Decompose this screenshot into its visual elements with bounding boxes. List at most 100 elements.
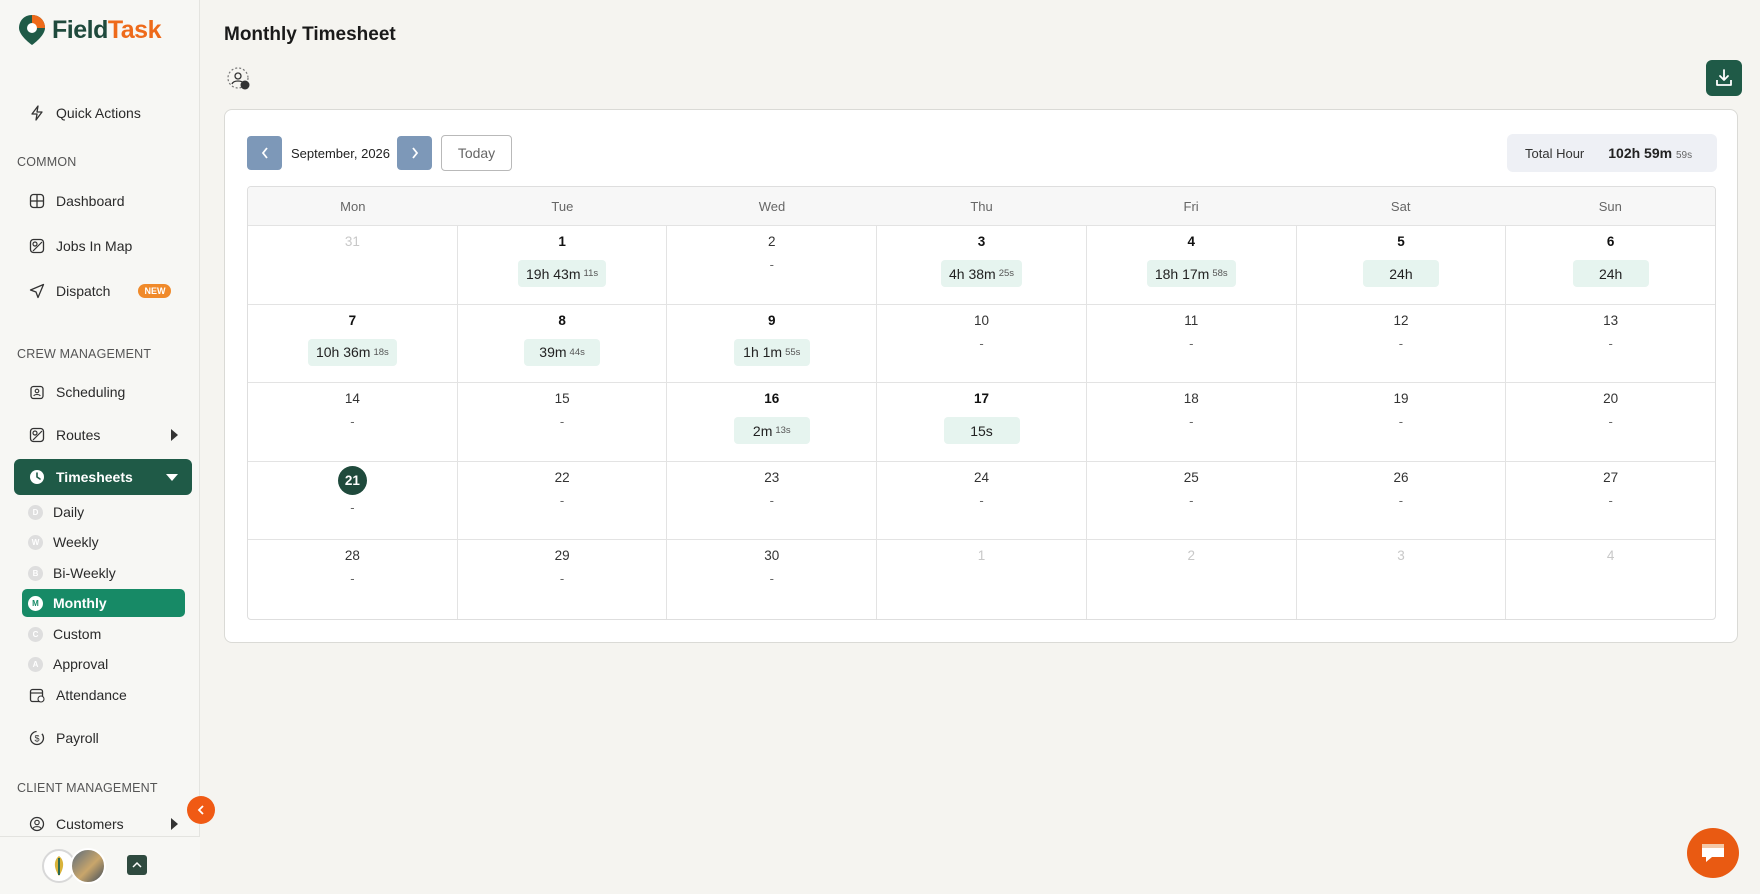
calendar-day-cell[interactable]: 3 4h 38m 25s [877, 226, 1087, 304]
sidebar-item-scheduling[interactable]: Scheduling [14, 374, 192, 410]
calendar-day-cell[interactable]: 24 - [877, 461, 1087, 540]
sub-item-bi-weekly[interactable]: B Bi-Weekly [22, 559, 185, 587]
calendar-day-cell[interactable]: 5 24h [1297, 226, 1507, 304]
calendar-day-cell[interactable]: 15 - [458, 383, 668, 461]
calendar-day-cell[interactable]: 1 [877, 540, 1087, 619]
sidebar-item-label: Routes [56, 427, 101, 443]
sidebar-item-label: Dashboard [56, 193, 125, 209]
calendar-day-cell[interactable]: 6 24h [1506, 226, 1715, 304]
calendar-day-cell[interactable]: 23 - [667, 461, 878, 540]
download-button[interactable] [1706, 60, 1742, 96]
calendar-day-cell[interactable]: 22 - [458, 461, 668, 540]
hours-chip[interactable]: 15s [943, 417, 1020, 445]
calendar-day-cell[interactable]: 2 [1087, 540, 1297, 619]
calendar-day-cell[interactable]: 16 2m 13s [667, 383, 878, 461]
calendar-day-cell[interactable]: 9 1h 1m 55s [667, 304, 878, 383]
day-number: 1 [558, 234, 566, 249]
calendar-day-cell[interactable]: 30 - [667, 540, 878, 619]
hours-chip[interactable]: 4h 38m 25s [941, 260, 1023, 287]
hours-chip[interactable]: 10h 36m 18s [307, 338, 397, 366]
calendar-day-cell[interactable]: 31 [248, 226, 458, 304]
no-hours-dash: - [350, 571, 355, 587]
weekday-label: Fri [1183, 198, 1199, 214]
calendar-day-cell[interactable]: 27 - [1506, 462, 1715, 540]
calendar-day-cell[interactable]: 4 18h 17m 58s [1087, 226, 1297, 304]
calendar-day-cell[interactable]: 12 - [1297, 304, 1507, 383]
seconds-value: 58s [1212, 268, 1228, 279]
section-client-management: CLIENT MANAGEMENT [17, 781, 158, 795]
hours-chip[interactable]: 24h [1572, 260, 1649, 287]
calendar-day-cell[interactable]: 7 10h 36m 18s [248, 304, 458, 383]
day-number: 1 [977, 548, 986, 564]
calendar-icon [28, 383, 46, 401]
next-month-button[interactable] [397, 136, 432, 170]
bi-weekly-letter-icon: B [28, 565, 43, 581]
sidebar-item-label: Dispatch [56, 283, 111, 299]
calendar-day-cell[interactable]: 20 - [1506, 383, 1715, 461]
caret-right-icon [171, 818, 178, 830]
calendar-day-cell[interactable]: 11 - [1087, 304, 1297, 383]
calendar-day-cell[interactable]: 29 - [458, 540, 668, 619]
hours-chip[interactable]: 19h 43m 11s [518, 260, 607, 287]
quick-actions-label: Quick Actions [56, 105, 141, 121]
day-number: 8 [558, 312, 566, 328]
calendar-day-cell[interactable]: 2- [667, 226, 878, 304]
app-logo[interactable]: FieldTask [18, 14, 161, 46]
weekday-label: Tue [551, 198, 574, 214]
quick-actions-link[interactable]: Quick Actions [14, 95, 192, 131]
calendar-day-cell[interactable]: 3 [1297, 540, 1507, 619]
sidebar-item-dispatch[interactable]: Dispatch NEW [14, 273, 192, 309]
hours-chip[interactable]: 24h [1362, 260, 1439, 287]
weekday-label: Sat [1390, 198, 1411, 214]
calendar-day-cell[interactable]: 19 - [1297, 383, 1507, 461]
calendar-day-cell[interactable]: 4 [1506, 540, 1715, 619]
no-hours-dash: - [769, 492, 774, 508]
calendar-day-cell[interactable]: 28 - [248, 540, 458, 619]
sub-item-monthly[interactable]: M Monthly [22, 589, 185, 617]
hours-chip[interactable]: 18h 17m 58s [1146, 260, 1236, 287]
day-number: 22 [554, 469, 570, 485]
svg-text:$: $ [34, 734, 39, 744]
calendar-day-cell[interactable]: 10 - [877, 304, 1087, 383]
calendar-day-cell[interactable]: 13 - [1506, 305, 1715, 383]
lightning-icon [28, 104, 46, 122]
calendar-day-cell[interactable]: 26 - [1297, 461, 1507, 540]
user-lock-icon[interactable] [227, 67, 251, 91]
sidebar-item-payroll[interactable]: $ Payroll [14, 720, 192, 756]
daily-letter-icon: D [28, 504, 43, 520]
day-number: 10 [974, 312, 990, 328]
day-number: 18 [1183, 391, 1199, 407]
calendar-day-cell[interactable]: 8 39m 44s [458, 304, 668, 383]
prev-month-button[interactable] [247, 136, 282, 170]
sidebar-item-jobs-in-map[interactable]: Jobs In Map [14, 228, 192, 264]
day-number: 5 [1397, 234, 1405, 249]
sidebar-item-label: Jobs In Map [56, 238, 133, 254]
calendar-day-cell[interactable]: 17 15s [877, 383, 1087, 461]
expand-up-button[interactable] [127, 855, 147, 875]
calendar-day-cell[interactable]: 1 19h 43m 11s [458, 226, 668, 304]
collapse-sidebar-button[interactable] [187, 796, 215, 824]
sub-item-custom[interactable]: C Custom [22, 620, 185, 648]
calendar-grid: Mon Tue Wed Thu Fri Sat Sun 31 1 19h 43m 11… [247, 186, 1716, 620]
hours-chip[interactable]: 2m 13s [733, 417, 810, 445]
sub-item-weekly[interactable]: W Weekly [22, 528, 185, 556]
calendar-day-cell[interactable]: 25 - [1087, 461, 1297, 540]
calendar-day-cell[interactable]: 18 - [1087, 383, 1297, 461]
sidebar-item-routes[interactable]: Routes [14, 417, 192, 453]
chat-button[interactable] [1687, 828, 1739, 878]
user-avatar[interactable] [70, 848, 106, 884]
no-hours-dash: - [769, 257, 774, 272]
page-title: Monthly Timesheet [224, 24, 396, 45]
sidebar-item-attendance[interactable]: Attendance [14, 677, 192, 713]
sub-item-daily[interactable]: D Daily [22, 498, 185, 526]
sub-item-approval[interactable]: A Approval [22, 650, 185, 678]
hours-chip[interactable]: 1h 1m 55s [733, 338, 810, 366]
sidebar-item-timesheets[interactable]: Timesheets [14, 459, 192, 495]
today-button[interactable]: Today [441, 135, 512, 171]
calendar-day-cell[interactable]: 21 - [248, 461, 458, 540]
calendar-week-row: 28 - 29 - 30 - 1 2 3 4 [248, 540, 1715, 619]
sidebar-item-dashboard[interactable]: Dashboard [14, 183, 192, 219]
hours-chip[interactable]: 39m 44s [524, 338, 601, 366]
chat-icon [1702, 844, 1724, 862]
calendar-day-cell[interactable]: 14 - [248, 383, 458, 461]
